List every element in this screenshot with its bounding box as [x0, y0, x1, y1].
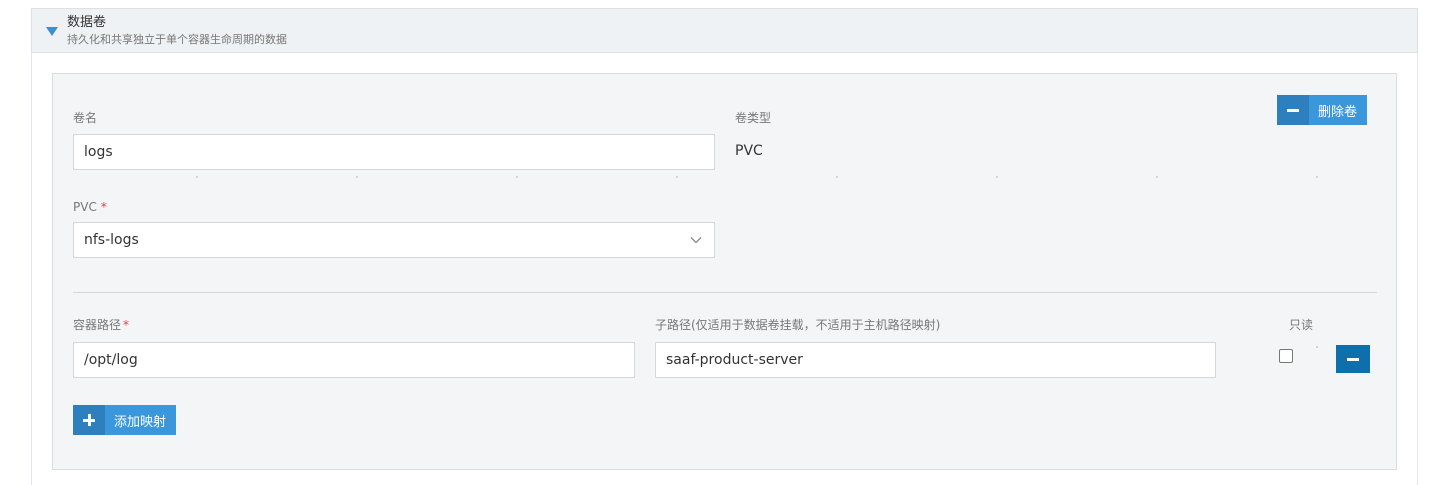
subpath-input[interactable]: [655, 342, 1216, 378]
add-mapping-button[interactable]: 添加映射: [73, 405, 177, 435]
subpath-label: 子路径(仅适用于数据卷挂载，不适用于主机路径映射): [655, 318, 941, 332]
volume-type-label: 卷类型: [735, 111, 772, 125]
volume-card: 卷名 卷类型 PVC 删除卷 PVC* nfs-logs 容器路径* 子路径(仅…: [52, 73, 1397, 470]
chevron-down-icon: [690, 237, 702, 244]
section-title: 数据卷: [67, 15, 107, 30]
volume-name-label: 卷名: [73, 111, 98, 125]
pvc-label-text: PVC: [73, 200, 97, 214]
volume-type-value: PVC: [735, 143, 763, 159]
delete-volume-label: 删除卷: [1318, 103, 1358, 119]
pvc-label: PVC *: [73, 199, 107, 215]
readonly-label: 只读: [1289, 318, 1314, 332]
pvc-select-value: nfs-logs: [84, 232, 139, 248]
minus-icon: [1347, 357, 1359, 361]
pvc-select[interactable]: nfs-logs: [73, 222, 715, 258]
add-mapping-label: 添加映射: [114, 413, 167, 429]
container-path-label: 容器路径 *: [73, 317, 129, 333]
caret-down-icon[interactable]: [46, 27, 58, 36]
container-path-input[interactable]: [73, 342, 635, 378]
delete-volume-button[interactable]: 删除卷: [1277, 95, 1368, 125]
divider: [73, 292, 1377, 293]
container-path-label-text: 容器路径: [73, 318, 122, 332]
minus-icon: [1277, 95, 1309, 125]
plus-icon: [73, 405, 105, 435]
required-marker: *: [100, 200, 107, 214]
section-subtitle: 持久化和共享独立于单个容器生命周期的数据: [67, 33, 287, 46]
remove-mapping-button[interactable]: [1336, 345, 1370, 373]
volume-name-input[interactable]: [73, 134, 715, 170]
readonly-checkbox[interactable]: [1279, 349, 1293, 363]
required-marker: *: [123, 318, 130, 332]
volumes-section-header[interactable]: 数据卷 持久化和共享独立于单个容器生命周期的数据: [31, 8, 1418, 53]
